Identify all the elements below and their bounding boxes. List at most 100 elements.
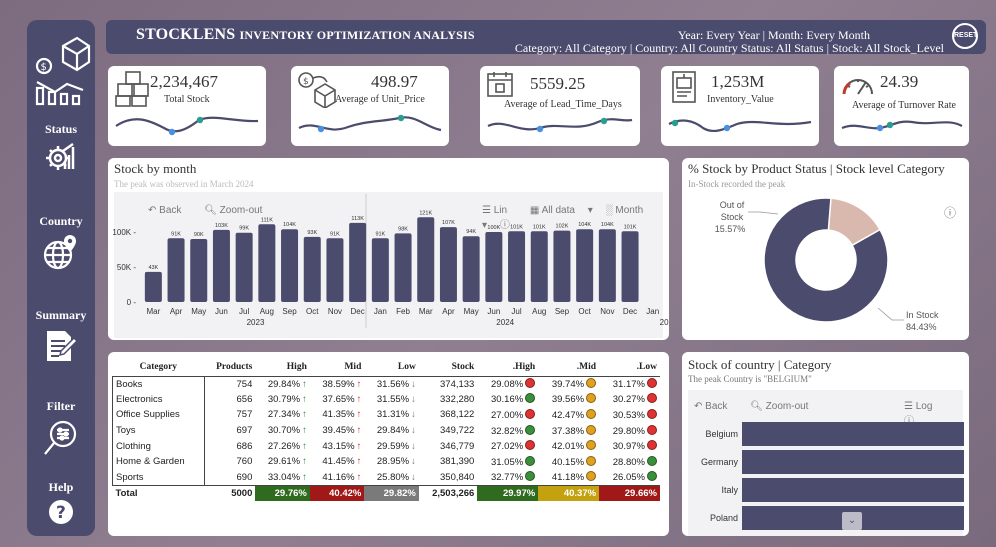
- zoom-out-button[interactable]: 🔍︎ Zoom-out: [750, 401, 818, 412]
- low2-cell: 29.80%: [599, 423, 660, 439]
- x-tick-label: Jun: [487, 307, 500, 316]
- bar-data-label: 93K: [307, 230, 317, 236]
- arrow-up-icon: ↑: [302, 456, 307, 468]
- column-header[interactable]: Products: [204, 358, 255, 376]
- low2-cell: 29.66%: [599, 484, 660, 501]
- header-bar: STOCKLENS INVENTORY OPTIMIZATION ANALYSI…: [106, 20, 986, 55]
- table-row[interactable]: Home & Garden 760 29.61% ↑ 41.45% ↑ 28.95% ↓ 381…: [112, 453, 661, 470]
- high-cell: 30.79% ↑: [267, 393, 307, 405]
- bar-data-label: 111K: [261, 217, 273, 223]
- bar-data-label: 101K: [533, 224, 546, 230]
- kpi-card-inventory-value: 1,253M Inventory_Value: [661, 66, 819, 146]
- status-dot-icon: [586, 471, 597, 482]
- column-header[interactable]: Low: [364, 358, 419, 376]
- products-cell: 690: [236, 471, 253, 483]
- column-header[interactable]: High: [255, 358, 310, 376]
- bar-data-label: 103K: [215, 223, 228, 229]
- bar-data-label: 104K: [578, 222, 591, 228]
- table-row[interactable]: Office Supplies 757 27.34% ↑ 41.35% ↑ 31.31% ↓ 3…: [112, 407, 661, 423]
- bar-data-label: 121K: [419, 210, 432, 216]
- nav-country[interactable]: Country: [27, 214, 95, 271]
- bar-data-label: 101K: [510, 224, 523, 230]
- column-header[interactable]: .High: [477, 358, 538, 376]
- slice-label-name: Out of: [720, 200, 745, 210]
- low2-cell: 28.80%: [599, 454, 660, 470]
- x-tick-label: Oct: [306, 307, 319, 316]
- bar-data-label: 104K: [283, 222, 296, 228]
- bar: [349, 222, 367, 302]
- status-dot-icon: [647, 440, 657, 451]
- x-tick-label: Jun: [215, 307, 228, 316]
- status-dot-icon: [647, 455, 657, 466]
- nav-status-label: Status: [44, 122, 77, 136]
- x-tick-label: Apr: [442, 307, 455, 316]
- mid-cell: 41.45% ↑: [322, 456, 362, 468]
- status-dot-icon: [525, 471, 536, 482]
- slice-label-pct: 84.43%: [906, 322, 937, 332]
- x-tick-label: Jan: [374, 307, 387, 316]
- country-bar[interactable]: [742, 450, 964, 474]
- table-row[interactable]: Toys 697 30.70% ↑ 39.45% ↑ 29.84% ↓ 349,722 32.82…: [112, 422, 661, 439]
- stock-cell: 332,280: [440, 393, 475, 405]
- bar-data-label: 90K: [194, 232, 204, 238]
- filter-search-icon: [44, 420, 77, 455]
- report-edit-icon: [47, 331, 79, 361]
- arrow-up-icon: ↑: [356, 393, 362, 405]
- table-row[interactable]: Sports 690 33.04% ↑ 41.16% ↑ 25.80% ↓ 350,840 32.…: [112, 469, 661, 486]
- table-row[interactable]: Clothing 686 27.26% ↑ 43.15% ↑ 29.59% ↓ 346,779 2…: [112, 438, 661, 454]
- status-dot-icon: [586, 440, 597, 451]
- arrow-up-icon: ↑: [302, 409, 307, 421]
- nav-summary-label: Summary: [35, 308, 87, 322]
- leader-line: [877, 307, 904, 321]
- x-tick-label: May: [464, 307, 479, 316]
- arrow-down-icon: ↓: [411, 456, 416, 468]
- nav-help[interactable]: Help ?: [27, 480, 95, 525]
- nav-filter[interactable]: Filter: [27, 399, 95, 458]
- products-cell: 754: [204, 375, 256, 392]
- column-header[interactable]: Mid: [310, 358, 365, 376]
- table-row[interactable]: Books 754 29.84% ↑ 38.59% ↑ 31.56% ↓ 374,133 29.0…: [112, 375, 660, 392]
- reset-button[interactable]: RESET: [952, 23, 978, 49]
- arrow-up-icon: ↑: [356, 409, 362, 421]
- bar-data-label: 100K: [487, 225, 500, 231]
- country-bar[interactable]: [742, 422, 964, 446]
- status-dot-icon: [647, 424, 657, 435]
- column-header[interactable]: Category: [113, 358, 205, 376]
- mid2-cell: 40.37%: [538, 484, 600, 501]
- arrow-up-icon: ↑: [302, 378, 307, 390]
- chevron-down-icon[interactable]: ⌄: [842, 512, 862, 530]
- country-bar[interactable]: [742, 478, 964, 502]
- scale-log-button[interactable]: ☰ Log: [904, 401, 942, 412]
- x-tick-label: Dec: [351, 307, 365, 316]
- kpi-card-unit-price: $ 498.97 Average of Unit_Price: [291, 66, 449, 146]
- status-dot-icon: [586, 424, 597, 435]
- title-rest: INVENTORY OPTIMIZATION ANALYSIS: [239, 28, 475, 42]
- arrow-up-icon: ↑: [302, 440, 307, 452]
- back-button[interactable]: ↶ Back: [694, 401, 737, 412]
- column-header[interactable]: .Low: [599, 358, 660, 376]
- bar: [508, 231, 526, 302]
- nav-status[interactable]: Status: [27, 122, 95, 173]
- category-cell: Total: [112, 484, 205, 501]
- stock-bar-chart: 0 - 50K - 100K - 43K Mar 91K Apr 90K May 103K Jun 9…: [112, 194, 669, 328]
- column-header[interactable]: .Mid: [538, 358, 599, 376]
- x-tick-label: May: [191, 307, 206, 316]
- low-cell: 31.31% ↓: [376, 409, 416, 421]
- bar: [371, 238, 389, 302]
- x-tick-label: Aug: [532, 307, 546, 316]
- column-header[interactable]: Stock: [419, 358, 477, 376]
- mid-cell: 43.15% ↑: [322, 440, 362, 452]
- high-cell: 30.70% ↑: [267, 425, 307, 437]
- status-dot-icon: [525, 408, 536, 419]
- table-row[interactable]: Electronics 656 30.79% ↑ 37.65% ↑ 31.55% ↓ 332,2…: [112, 391, 661, 408]
- bar: [258, 224, 276, 302]
- low2-cell: 30.53%: [599, 407, 660, 423]
- arrow-down-icon: ↓: [411, 471, 416, 483]
- high2-cell: 32.82%: [477, 423, 538, 439]
- arrow-down-icon: ↓: [411, 409, 416, 421]
- x-tick-label: Nov: [328, 307, 342, 316]
- nav-summary[interactable]: Summary: [27, 308, 95, 365]
- x-tick-label: Sep: [282, 307, 297, 316]
- chart-toolbar-left: ↶ Back 🔍︎ Zoom-out: [694, 401, 828, 412]
- bar: [281, 229, 299, 302]
